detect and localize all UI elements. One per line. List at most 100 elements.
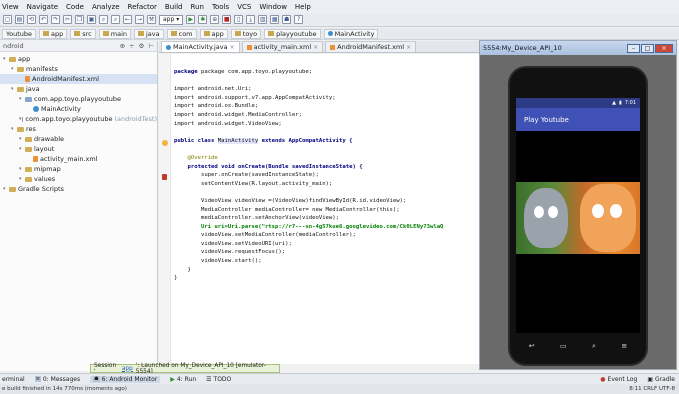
breadcrumb-app-pkg[interactable]: app xyxy=(199,28,228,39)
maximize-button[interactable]: □ xyxy=(641,43,654,53)
stop-icon[interactable]: ■ xyxy=(222,15,232,24)
tab-android-manifest[interactable]: AndroidManifest.xml × xyxy=(325,41,417,52)
menu-run[interactable]: Run xyxy=(191,3,204,11)
event-log-tab[interactable]: ● Event Log xyxy=(600,376,637,383)
tree-item[interactable]: ▾ java xyxy=(0,84,157,94)
run-tab[interactable]: ▶ 4: Run xyxy=(170,376,196,383)
menu-refactor[interactable]: Refactor xyxy=(128,3,157,11)
code-line: import android.support.v7.app.AppCompatA… xyxy=(174,94,336,101)
tree-item[interactable]: AndroidManifest.xml xyxy=(0,74,157,84)
menu-window[interactable]: Window xyxy=(259,3,287,11)
undo-icon[interactable]: ↶ xyxy=(39,15,48,24)
terminal-tab[interactable]: erminal xyxy=(2,376,25,383)
tree-item[interactable]: ▾ mipmap xyxy=(0,164,157,174)
run-icon[interactable]: ▶ xyxy=(186,15,196,24)
sync-icon[interactable]: ⟲ xyxy=(27,15,36,24)
sdk-manager-icon[interactable]: ⤓ xyxy=(246,15,256,24)
android-icon[interactable]: ☗ xyxy=(282,15,292,24)
tree-item[interactable]: ▾ res xyxy=(0,124,157,134)
make-icon[interactable]: ⚒ xyxy=(147,15,156,24)
tree-item[interactable]: ▾ com.app.toyo.playyoutube xyxy=(0,94,157,104)
menu-vcs[interactable]: VCS xyxy=(237,3,251,11)
paste-icon[interactable]: ▣ xyxy=(87,15,96,24)
breadcrumb-main[interactable]: main xyxy=(98,28,131,39)
forward-icon[interactable]: → xyxy=(135,15,144,24)
tree-item-label: values xyxy=(34,175,56,183)
phone-screen[interactable]: ▲ ▮ 7:01 Play Youtube xyxy=(516,98,640,333)
close-icon[interactable]: × xyxy=(313,44,318,51)
menu-view[interactable]: View xyxy=(2,3,19,11)
toast-app-link[interactable]: app xyxy=(122,366,133,372)
breadcrumb-toyo[interactable]: toyo xyxy=(230,28,262,39)
run-config-dropdown[interactable]: app ▾ xyxy=(159,14,184,25)
close-button[interactable]: × xyxy=(655,43,673,53)
gradle-console-tab[interactable]: ▣ Gradle xyxy=(647,376,679,383)
status-bar: e build finished in 14s 770ms (moments a… xyxy=(0,384,679,394)
menu-icon[interactable]: ≡ xyxy=(621,342,627,350)
tree-item[interactable]: ▾ layout xyxy=(0,144,157,154)
video-view[interactable] xyxy=(516,182,640,254)
menu-help[interactable]: Help xyxy=(295,3,311,11)
menu-build[interactable]: Build xyxy=(165,3,183,11)
redo-icon[interactable]: ↷ xyxy=(51,15,60,24)
status-time: 7:01 xyxy=(624,100,636,106)
breadcrumb-src[interactable]: src xyxy=(70,28,96,39)
tree-item[interactable]: ▾ com.app.toyo.playyoutube (androidTest) xyxy=(0,114,157,124)
home-icon[interactable]: ▭ xyxy=(560,342,567,350)
close-icon[interactable]: × xyxy=(230,44,235,51)
android-monitor-tab[interactable]: ☗ 6: Android Monitor xyxy=(90,375,161,383)
back-icon[interactable]: ← xyxy=(123,15,132,24)
open-icon[interactable]: ▢ xyxy=(3,15,12,24)
tree-item[interactable]: MainActivity xyxy=(0,104,157,114)
class-gutter-icon[interactable] xyxy=(162,140,168,146)
tab-activity-main[interactable]: activity_main.xml × xyxy=(241,41,324,52)
replace-icon[interactable]: ⌕ xyxy=(111,15,120,24)
cut-icon[interactable]: ✂ xyxy=(63,15,72,24)
breadcrumb-project[interactable]: Youtube xyxy=(2,28,36,39)
tree-item[interactable]: ▾ Gradle Scripts xyxy=(0,184,157,194)
launch-notification: Session ' app ': Launched on My_Device_API… xyxy=(90,363,280,375)
sync-scroll-icon[interactable]: ⊕ xyxy=(120,42,125,50)
menu-bar: View Navigate Code Analyze Refactor Buil… xyxy=(0,0,679,13)
tree-item[interactable]: ▾ app xyxy=(0,54,157,64)
tab-label: activity_main.xml xyxy=(253,43,312,51)
back-icon[interactable]: ↩ xyxy=(529,342,535,350)
tree-item[interactable]: activity_main.xml xyxy=(0,154,157,164)
breadcrumb-mainactivity[interactable]: MainActivity xyxy=(323,28,379,39)
structure-icon[interactable]: ▦ xyxy=(270,15,280,24)
search-icon[interactable]: ⌕ xyxy=(592,342,596,351)
breadcrumb-com[interactable]: com xyxy=(166,28,197,39)
code-editor[interactable]: package package com.app.toyo.playyoutube… xyxy=(159,54,479,364)
help-icon[interactable]: ? xyxy=(294,15,304,24)
find-icon[interactable]: ⌕ xyxy=(99,15,108,24)
breadcrumb-label: com xyxy=(178,29,193,38)
override-gutter-icon[interactable] xyxy=(162,174,167,180)
close-icon[interactable]: × xyxy=(406,44,411,51)
attach-icon[interactable]: ⊕ xyxy=(210,15,220,24)
collapse-icon[interactable]: ÷ xyxy=(129,42,134,50)
event-log-icon: ● xyxy=(600,375,606,383)
menu-tools[interactable]: Tools xyxy=(212,3,229,11)
tree-item[interactable]: ▾ values xyxy=(0,174,157,184)
monitor-icon[interactable]: ▥ xyxy=(258,15,268,24)
breadcrumb-java[interactable]: java xyxy=(134,28,164,39)
tab-mainactivity[interactable]: MainActivity.java × xyxy=(161,41,240,52)
menu-code[interactable]: Code xyxy=(66,3,84,11)
settings-icon[interactable]: ⚙ xyxy=(139,42,145,50)
save-icon[interactable]: ▤ xyxy=(15,15,24,24)
tree-item[interactable]: ▾ drawable xyxy=(0,134,157,144)
tree-item[interactable]: ▾ manifests xyxy=(0,64,157,74)
hide-icon[interactable]: ⊢ xyxy=(148,42,154,50)
minimize-button[interactable]: – xyxy=(627,43,640,53)
debug-icon[interactable]: ✱ xyxy=(198,15,208,24)
todo-tab[interactable]: ☰ TODO xyxy=(206,376,231,383)
code-line: videoView.setMediaController(mediaContro… xyxy=(200,232,356,239)
avd-manager-icon[interactable]: ▯ xyxy=(234,15,244,24)
breadcrumb-playyoutube[interactable]: playyoutube xyxy=(264,28,321,39)
copy-icon[interactable]: ❐ xyxy=(75,15,84,24)
messages-tab[interactable]: ≡ 0: Messages xyxy=(34,376,80,383)
breadcrumb-app[interactable]: app xyxy=(39,28,68,39)
project-view-selector[interactable]: ndroid xyxy=(3,42,24,50)
menu-analyze[interactable]: Analyze xyxy=(92,3,120,11)
menu-navigate[interactable]: Navigate xyxy=(27,3,58,11)
